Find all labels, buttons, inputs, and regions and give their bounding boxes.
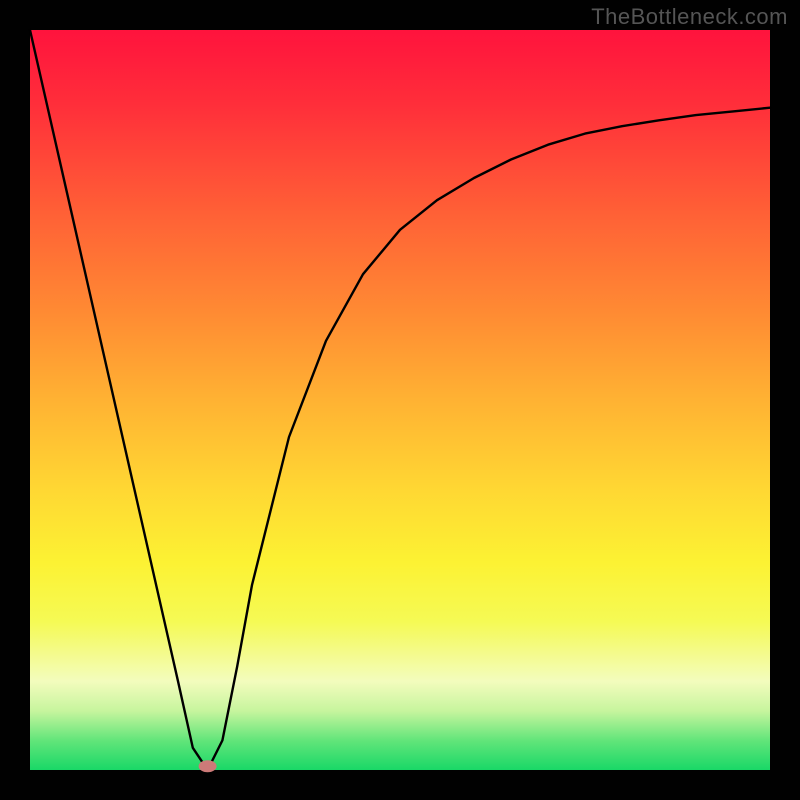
- bottleneck-curve: [30, 30, 770, 770]
- optimal-point-marker: [199, 760, 217, 772]
- plot-area: [30, 30, 770, 770]
- curve-path: [30, 30, 770, 770]
- chart-canvas: TheBottleneck.com: [0, 0, 800, 800]
- watermark-text: TheBottleneck.com: [591, 4, 788, 30]
